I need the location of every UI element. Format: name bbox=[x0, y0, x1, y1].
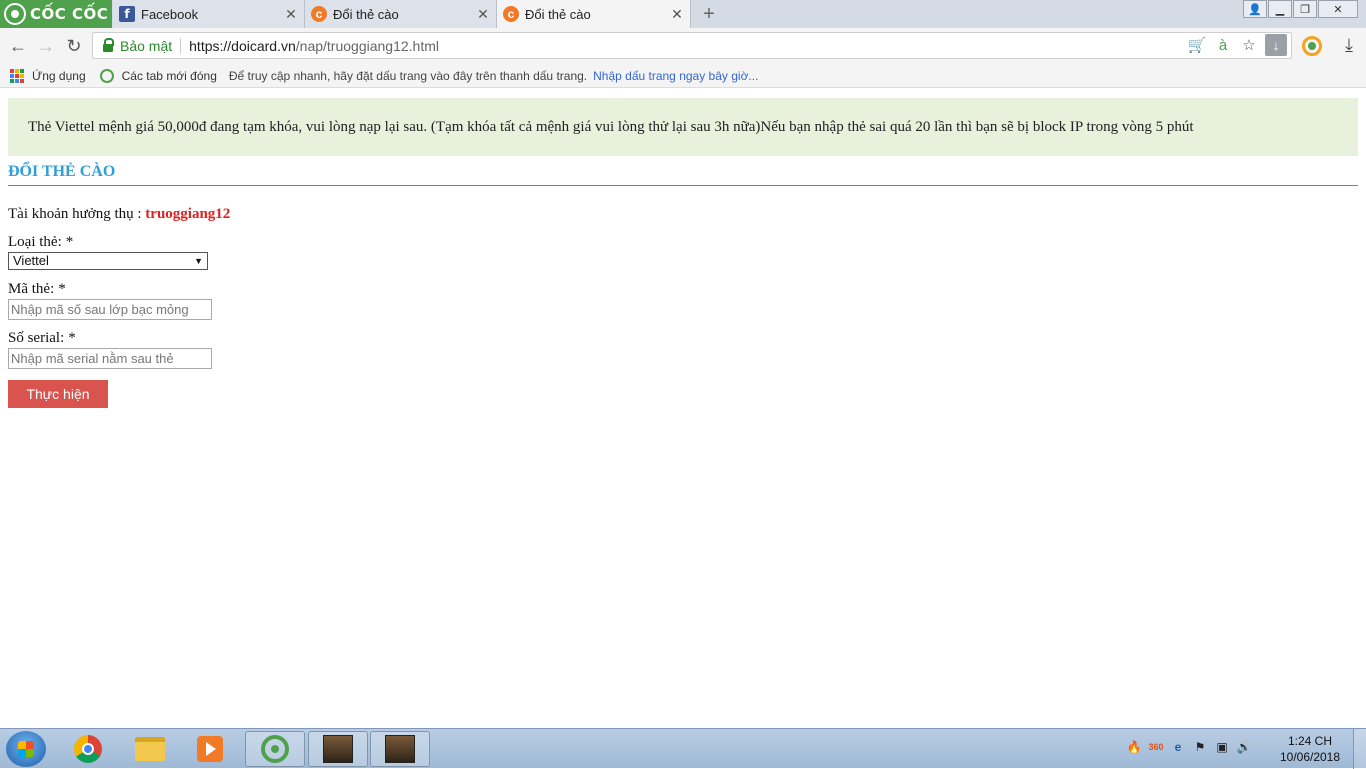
browser-toolbar: ← → ↻ Bảo mật https://doicard.vn/nap/tru… bbox=[0, 28, 1366, 64]
bookmarks-bar: Ứng dụng Các tab mới đóng Để truy cập nh… bbox=[0, 64, 1366, 88]
flame-icon[interactable]: 🔥 bbox=[1126, 739, 1142, 755]
shopping-cart-icon[interactable]: 🛒 bbox=[1187, 34, 1207, 56]
game-icon bbox=[385, 735, 415, 763]
serial-label: Số serial: bbox=[8, 330, 65, 346]
minimize-button[interactable]: ▁ bbox=[1268, 0, 1292, 18]
clock[interactable]: 1:24 CH 10/06/2018 bbox=[1278, 733, 1342, 765]
url-path: /nap/truoggiang12.html bbox=[295, 37, 439, 54]
card-type-label: Loại thẻ: bbox=[8, 234, 62, 250]
bookmarks-hint: Để truy cập nhanh, hãy đặt dấu trang vào… bbox=[228, 68, 588, 83]
history-icon bbox=[99, 68, 114, 83]
tab-title: Đổi thẻ cào bbox=[333, 6, 399, 22]
clock-time: 1:24 CH bbox=[1287, 734, 1333, 748]
address-bar[interactable]: Bảo mật https://doicard.vn/nap/truoggian… bbox=[92, 32, 1292, 59]
lock-icon bbox=[103, 37, 114, 52]
network-icon[interactable]: ▣ bbox=[1214, 739, 1230, 755]
chevron-down-icon: ▼ bbox=[194, 256, 203, 266]
alert-banner: Thẻ Viettel mệnh giá 50,000đ đang tạm kh… bbox=[8, 98, 1358, 156]
download-icon[interactable]: ⤓ bbox=[1338, 34, 1360, 56]
facebook-icon: f bbox=[119, 6, 135, 22]
coccoc-extension-icon[interactable] bbox=[1302, 36, 1322, 56]
coccoc-icon: c bbox=[311, 6, 327, 22]
flag-icon[interactable]: ⚑ bbox=[1192, 739, 1208, 755]
new-tab-button[interactable]: + bbox=[698, 3, 720, 25]
back-button[interactable]: ← bbox=[6, 34, 30, 58]
coccoc-menu-button[interactable]: CỐC CỐC bbox=[0, 0, 112, 28]
card-type-select[interactable]: Viettel ▼ bbox=[8, 252, 208, 270]
taskbar-game-2[interactable] bbox=[370, 731, 430, 767]
close-icon[interactable]: ✕ bbox=[282, 6, 300, 23]
translate-icon[interactable]: à bbox=[1213, 34, 1233, 56]
game-icon bbox=[323, 735, 353, 763]
forward-button[interactable]: → bbox=[34, 34, 58, 58]
window-controls: 👤 ▁ ❐ ✕ bbox=[1242, 0, 1358, 18]
close-icon[interactable]: ✕ bbox=[668, 6, 686, 23]
bookmark-recent-tabs[interactable]: Các tab mới đóng bbox=[122, 69, 217, 83]
tab-title: Đổi thẻ cào bbox=[525, 6, 591, 22]
account-name: truoggiang12 bbox=[145, 206, 231, 222]
required-mark: * bbox=[68, 330, 76, 346]
close-icon[interactable]: ✕ bbox=[474, 6, 492, 23]
taskbar-chrome[interactable] bbox=[60, 731, 116, 767]
windows-taskbar: 🔥 360 e ⚑ ▣ 🔊 1:24 CH 10/06/2018 bbox=[0, 728, 1366, 769]
coccoc-icon bbox=[261, 735, 289, 763]
tab-doithecao-1[interactable]: c Đổi thẻ cào ✕ bbox=[305, 0, 497, 28]
page-content: Thẻ Viettel mệnh giá 50,000đ đang tạm kh… bbox=[0, 88, 1366, 728]
submit-button[interactable]: Thực hiện bbox=[8, 380, 108, 408]
page-title: ĐỔI THẺ CÀO bbox=[8, 162, 1358, 186]
chrome-icon bbox=[74, 735, 102, 763]
start-button[interactable] bbox=[6, 731, 46, 767]
e-icon[interactable]: e bbox=[1170, 739, 1186, 755]
card-type-label-row: Loại thẻ: * bbox=[8, 234, 73, 251]
required-mark: * bbox=[65, 234, 74, 250]
url-host: https://doicard.vn bbox=[189, 37, 296, 54]
bookmark-star-icon[interactable]: ☆ bbox=[1239, 34, 1259, 56]
card-code-label: Mã thẻ: bbox=[8, 281, 55, 297]
show-desktop-button[interactable] bbox=[1353, 729, 1366, 769]
address-bar-actions: 🛒 à ☆ ↓ bbox=[1187, 34, 1287, 56]
taskbar-coccoc[interactable] bbox=[245, 731, 305, 767]
required-mark: * bbox=[58, 281, 66, 297]
serial-label-row: Số serial: * bbox=[8, 330, 76, 347]
coccoc-icon: c bbox=[503, 6, 519, 22]
media-player-icon bbox=[197, 736, 223, 762]
import-bookmarks-link[interactable]: Nhập dấu trang ngay bây giờ... bbox=[593, 69, 758, 83]
taskbar-game-1[interactable] bbox=[308, 731, 368, 767]
reload-button[interactable]: ↻ bbox=[62, 34, 86, 58]
brand-name: CỐC CỐC bbox=[30, 5, 109, 23]
folder-icon bbox=[135, 737, 165, 761]
apps-grid-icon[interactable] bbox=[10, 68, 24, 83]
tab-title: Facebook bbox=[141, 6, 199, 22]
tab-strip: CỐC CỐC f Facebook ✕ c Đổi thẻ cào ✕ c Đ… bbox=[0, 0, 1366, 28]
bookmark-apps[interactable]: Ứng dụng bbox=[32, 69, 86, 83]
save-video-icon[interactable]: ↓ bbox=[1265, 34, 1287, 56]
system-tray: 🔥 360 e ⚑ ▣ 🔊 bbox=[1126, 739, 1252, 755]
close-window-button[interactable]: ✕ bbox=[1318, 0, 1358, 18]
tab-doithecao-2[interactable]: c Đổi thẻ cào ✕ bbox=[497, 0, 691, 28]
taskbar-media-player[interactable] bbox=[182, 731, 238, 767]
tab-facebook[interactable]: f Facebook ✕ bbox=[113, 0, 305, 28]
card-type-value: Viettel bbox=[13, 253, 49, 268]
taskbar-explorer[interactable] bbox=[122, 731, 178, 767]
card-code-label-row: Mã thẻ: * bbox=[8, 281, 66, 298]
coccoc-logo-icon bbox=[4, 3, 26, 25]
security-360-icon[interactable]: 360 bbox=[1148, 739, 1164, 755]
secure-label[interactable]: Bảo mật bbox=[120, 38, 172, 54]
restore-button[interactable]: ❐ bbox=[1293, 0, 1317, 18]
account-label: Tài khoản hưởng thụ : bbox=[8, 206, 142, 222]
clock-date: 10/06/2018 bbox=[1279, 750, 1341, 764]
volume-icon[interactable]: 🔊 bbox=[1236, 739, 1252, 755]
url-separator bbox=[180, 37, 182, 54]
card-code-input[interactable] bbox=[8, 299, 212, 320]
profile-icon[interactable]: 👤 bbox=[1243, 0, 1267, 18]
serial-input[interactable] bbox=[8, 348, 212, 369]
account-row: Tài khoản hưởng thụ : truoggiang12 bbox=[8, 206, 230, 223]
